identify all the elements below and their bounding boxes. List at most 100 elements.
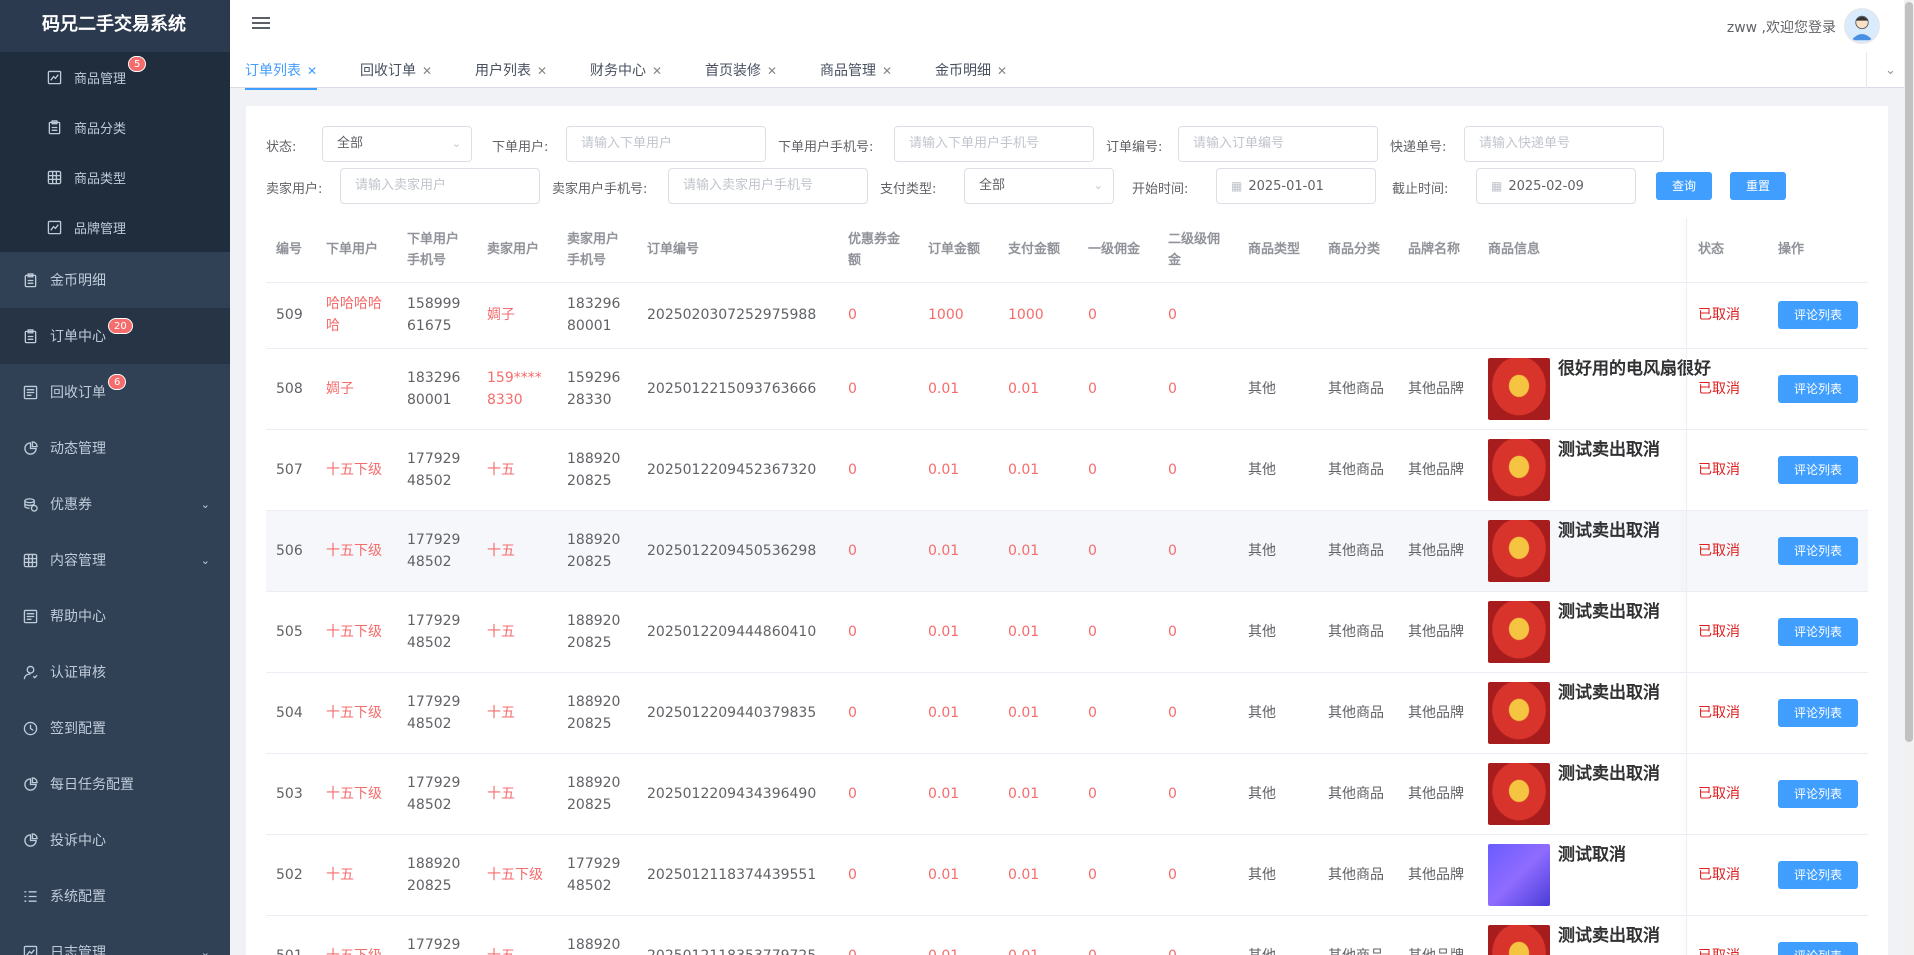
express-label: 快递单号: <box>1390 140 1447 155</box>
sidebar-item-4[interactable]: 优惠券 ⌄ <box>0 476 230 532</box>
product-name: 测试卖出取消 <box>1558 601 1660 622</box>
cell-id: 502 <box>266 834 316 916</box>
status-label: 状态: <box>266 140 297 155</box>
sidebar-item-label: 日志管理 <box>50 945 106 955</box>
scrollbar-thumb[interactable] <box>1905 2 1913 742</box>
sidebar-item-0[interactable]: 金币明细 <box>0 252 230 308</box>
table-row[interactable]: 502 十五 18892020825 十五下级 17792948502 202501211… <box>266 834 1868 916</box>
seller-input[interactable]: 请输入卖家用户 <box>340 168 540 204</box>
sidebar-subitem-2[interactable]: 商品类型 <box>0 152 230 202</box>
product-thumbnail[interactable] <box>1488 519 1550 582</box>
app-title: 码兄二手交易系统 <box>0 0 230 52</box>
table-row[interactable]: 508 婤子 18329680001 159****8330 15929628330 20… <box>266 348 1868 430</box>
sidebar-item-5[interactable]: 内容管理 ⌄ <box>0 532 230 588</box>
sidebar-subitem-3[interactable]: 品牌管理 <box>0 202 230 252</box>
cell-seller: 十五 <box>477 753 557 835</box>
cell-product: 测试卖出取消 <box>1478 510 1688 592</box>
cell-goods-cat: 其他商品 <box>1318 510 1398 592</box>
comment-list-button[interactable]: 评论列表 <box>1778 536 1858 565</box>
sidebar-item-2[interactable]: 回收订单 6 <box>0 364 230 420</box>
product-thumbnail[interactable] <box>1488 843 1550 906</box>
table-row[interactable]: 509 哈哈哈哈哈 15899961675 婤子 18329680001 20250203… <box>266 282 1868 349</box>
cell-status: 已取消 <box>1688 429 1768 511</box>
cell-seller: 十五 <box>477 672 557 754</box>
buyer-input[interactable]: 请输入下单用户 <box>566 126 766 162</box>
sidebar-item-9[interactable]: 每日任务配置 <box>0 756 230 812</box>
close-icon[interactable]: ✕ <box>882 64 892 78</box>
product-thumbnail[interactable] <box>1488 762 1550 825</box>
tab-5[interactable]: 商品管理 ✕ <box>820 60 892 80</box>
sidebar-item-1[interactable]: 订单中心 20 <box>0 308 230 364</box>
product-thumbnail[interactable] <box>1488 681 1550 744</box>
reset-button[interactable]: 重置 <box>1730 172 1786 200</box>
chart-icon <box>46 69 62 85</box>
tab-3[interactable]: 财务中心 ✕ <box>590 60 662 80</box>
seller-phone-input[interactable]: 请输入卖家用户手机号 <box>668 168 868 204</box>
product-thumbnail[interactable] <box>1488 924 1550 955</box>
clipboard-icon <box>22 328 38 344</box>
cell-id: 509 <box>266 282 316 349</box>
query-button[interactable]: 查询 <box>1656 172 1712 200</box>
tab-1[interactable]: 回收订单 ✕ <box>360 60 432 80</box>
cell-pay-amount: 0.01 <box>998 753 1078 835</box>
close-icon[interactable]: ✕ <box>767 64 777 78</box>
column-header: 卖家用户手机号 <box>557 218 637 283</box>
tab-6[interactable]: 金币明细 ✕ <box>935 60 1007 80</box>
close-icon[interactable]: ✕ <box>307 64 317 78</box>
express-input[interactable]: 请输入快递单号 <box>1464 126 1664 162</box>
sidebar-item-12[interactable]: 日志管理 ⌄ <box>0 924 230 955</box>
sidebar-item-11[interactable]: 系统配置 <box>0 868 230 924</box>
table-row[interactable]: 503 十五下级 17792948502 十五 18892020825 202501220… <box>266 753 1868 835</box>
product-thumbnail[interactable] <box>1488 438 1550 501</box>
table-row[interactable]: 506 十五下级 17792948502 十五 18892020825 202501220… <box>266 510 1868 592</box>
comment-list-button[interactable]: 评论列表 <box>1778 617 1858 646</box>
sidebar-item-8[interactable]: 签到配置 <box>0 700 230 756</box>
comment-list-button[interactable]: 评论列表 <box>1778 374 1858 403</box>
cell-buyer-phone: 18329680001 <box>397 348 477 430</box>
table-row[interactable]: 504 十五下级 17792948502 十五 18892020825 202501220… <box>266 672 1868 754</box>
comment-list-button[interactable]: 评论列表 <box>1778 698 1858 727</box>
sidebar-item-6[interactable]: 帮助中心 <box>0 588 230 644</box>
user-icon <box>22 664 38 680</box>
comment-list-button[interactable]: 评论列表 <box>1778 301 1858 329</box>
order-no-input[interactable]: 请输入订单编号 <box>1178 126 1378 162</box>
tab-4[interactable]: 首页装修 ✕ <box>705 60 777 80</box>
comment-list-button[interactable]: 评论列表 <box>1778 860 1858 889</box>
sidebar-item-7[interactable]: 认证审核 <box>0 644 230 700</box>
cell-product: 测试卖出取消 <box>1478 753 1688 835</box>
table-icon <box>46 169 62 185</box>
status-select[interactable]: 全部 ⌄ <box>322 126 472 162</box>
close-icon[interactable]: ✕ <box>997 64 1007 78</box>
comment-list-button[interactable]: 评论列表 <box>1778 941 1858 955</box>
cell-id: 503 <box>266 753 316 835</box>
comment-list-button[interactable]: 评论列表 <box>1778 455 1858 484</box>
table-row[interactable]: 505 十五下级 17792948502 十五 18892020825 202501220… <box>266 591 1868 673</box>
hamburger-icon[interactable] <box>250 14 272 36</box>
tab-0[interactable]: 订单列表 ✕ <box>245 60 318 90</box>
tab-label: 金币明细 <box>935 63 991 79</box>
table-row[interactable]: 501十五下级17792948502十五18892020825202501211… <box>266 915 1868 955</box>
pay-type-select[interactable]: 全部 ⌄ <box>964 168 1114 204</box>
chevron-down-icon: ⌄ <box>200 945 210 955</box>
product-info: 测试卖出取消 <box>1488 681 1678 744</box>
sidebar-subitem-0[interactable]: 商品管理 5 <box>0 52 230 102</box>
start-date-picker[interactable]: ▦ 2025-01-01 <box>1216 168 1376 204</box>
cell-goods-cat: 其他商品 <box>1318 834 1398 916</box>
avatar[interactable] <box>1844 8 1880 44</box>
close-icon[interactable]: ✕ <box>422 64 432 78</box>
close-icon[interactable]: ✕ <box>652 64 662 78</box>
buyer-phone-input[interactable]: 请输入下单用户手机号 <box>894 126 1094 162</box>
comment-list-button[interactable]: 评论列表 <box>1778 779 1858 808</box>
end-date-picker[interactable]: ▦ 2025-02-09 <box>1476 168 1636 204</box>
sidebar-item-3[interactable]: 动态管理 <box>0 420 230 476</box>
close-icon[interactable]: ✕ <box>537 64 547 78</box>
tab-2[interactable]: 用户列表 ✕ <box>475 60 547 80</box>
table-row[interactable]: 507 十五下级 17792948502 十五 18892020825 202501220… <box>266 429 1868 511</box>
sidebar-item-10[interactable]: 投诉中心 <box>0 812 230 868</box>
product-thumbnail[interactable] <box>1488 357 1550 420</box>
product-thumbnail[interactable] <box>1488 600 1550 663</box>
end-time-label: 截止时间: <box>1392 182 1449 197</box>
page-scrollbar[interactable] <box>1904 0 1914 955</box>
sidebar-subitem-1[interactable]: 商品分类 <box>0 102 230 152</box>
pay-type-label: 支付类型: <box>880 182 937 197</box>
